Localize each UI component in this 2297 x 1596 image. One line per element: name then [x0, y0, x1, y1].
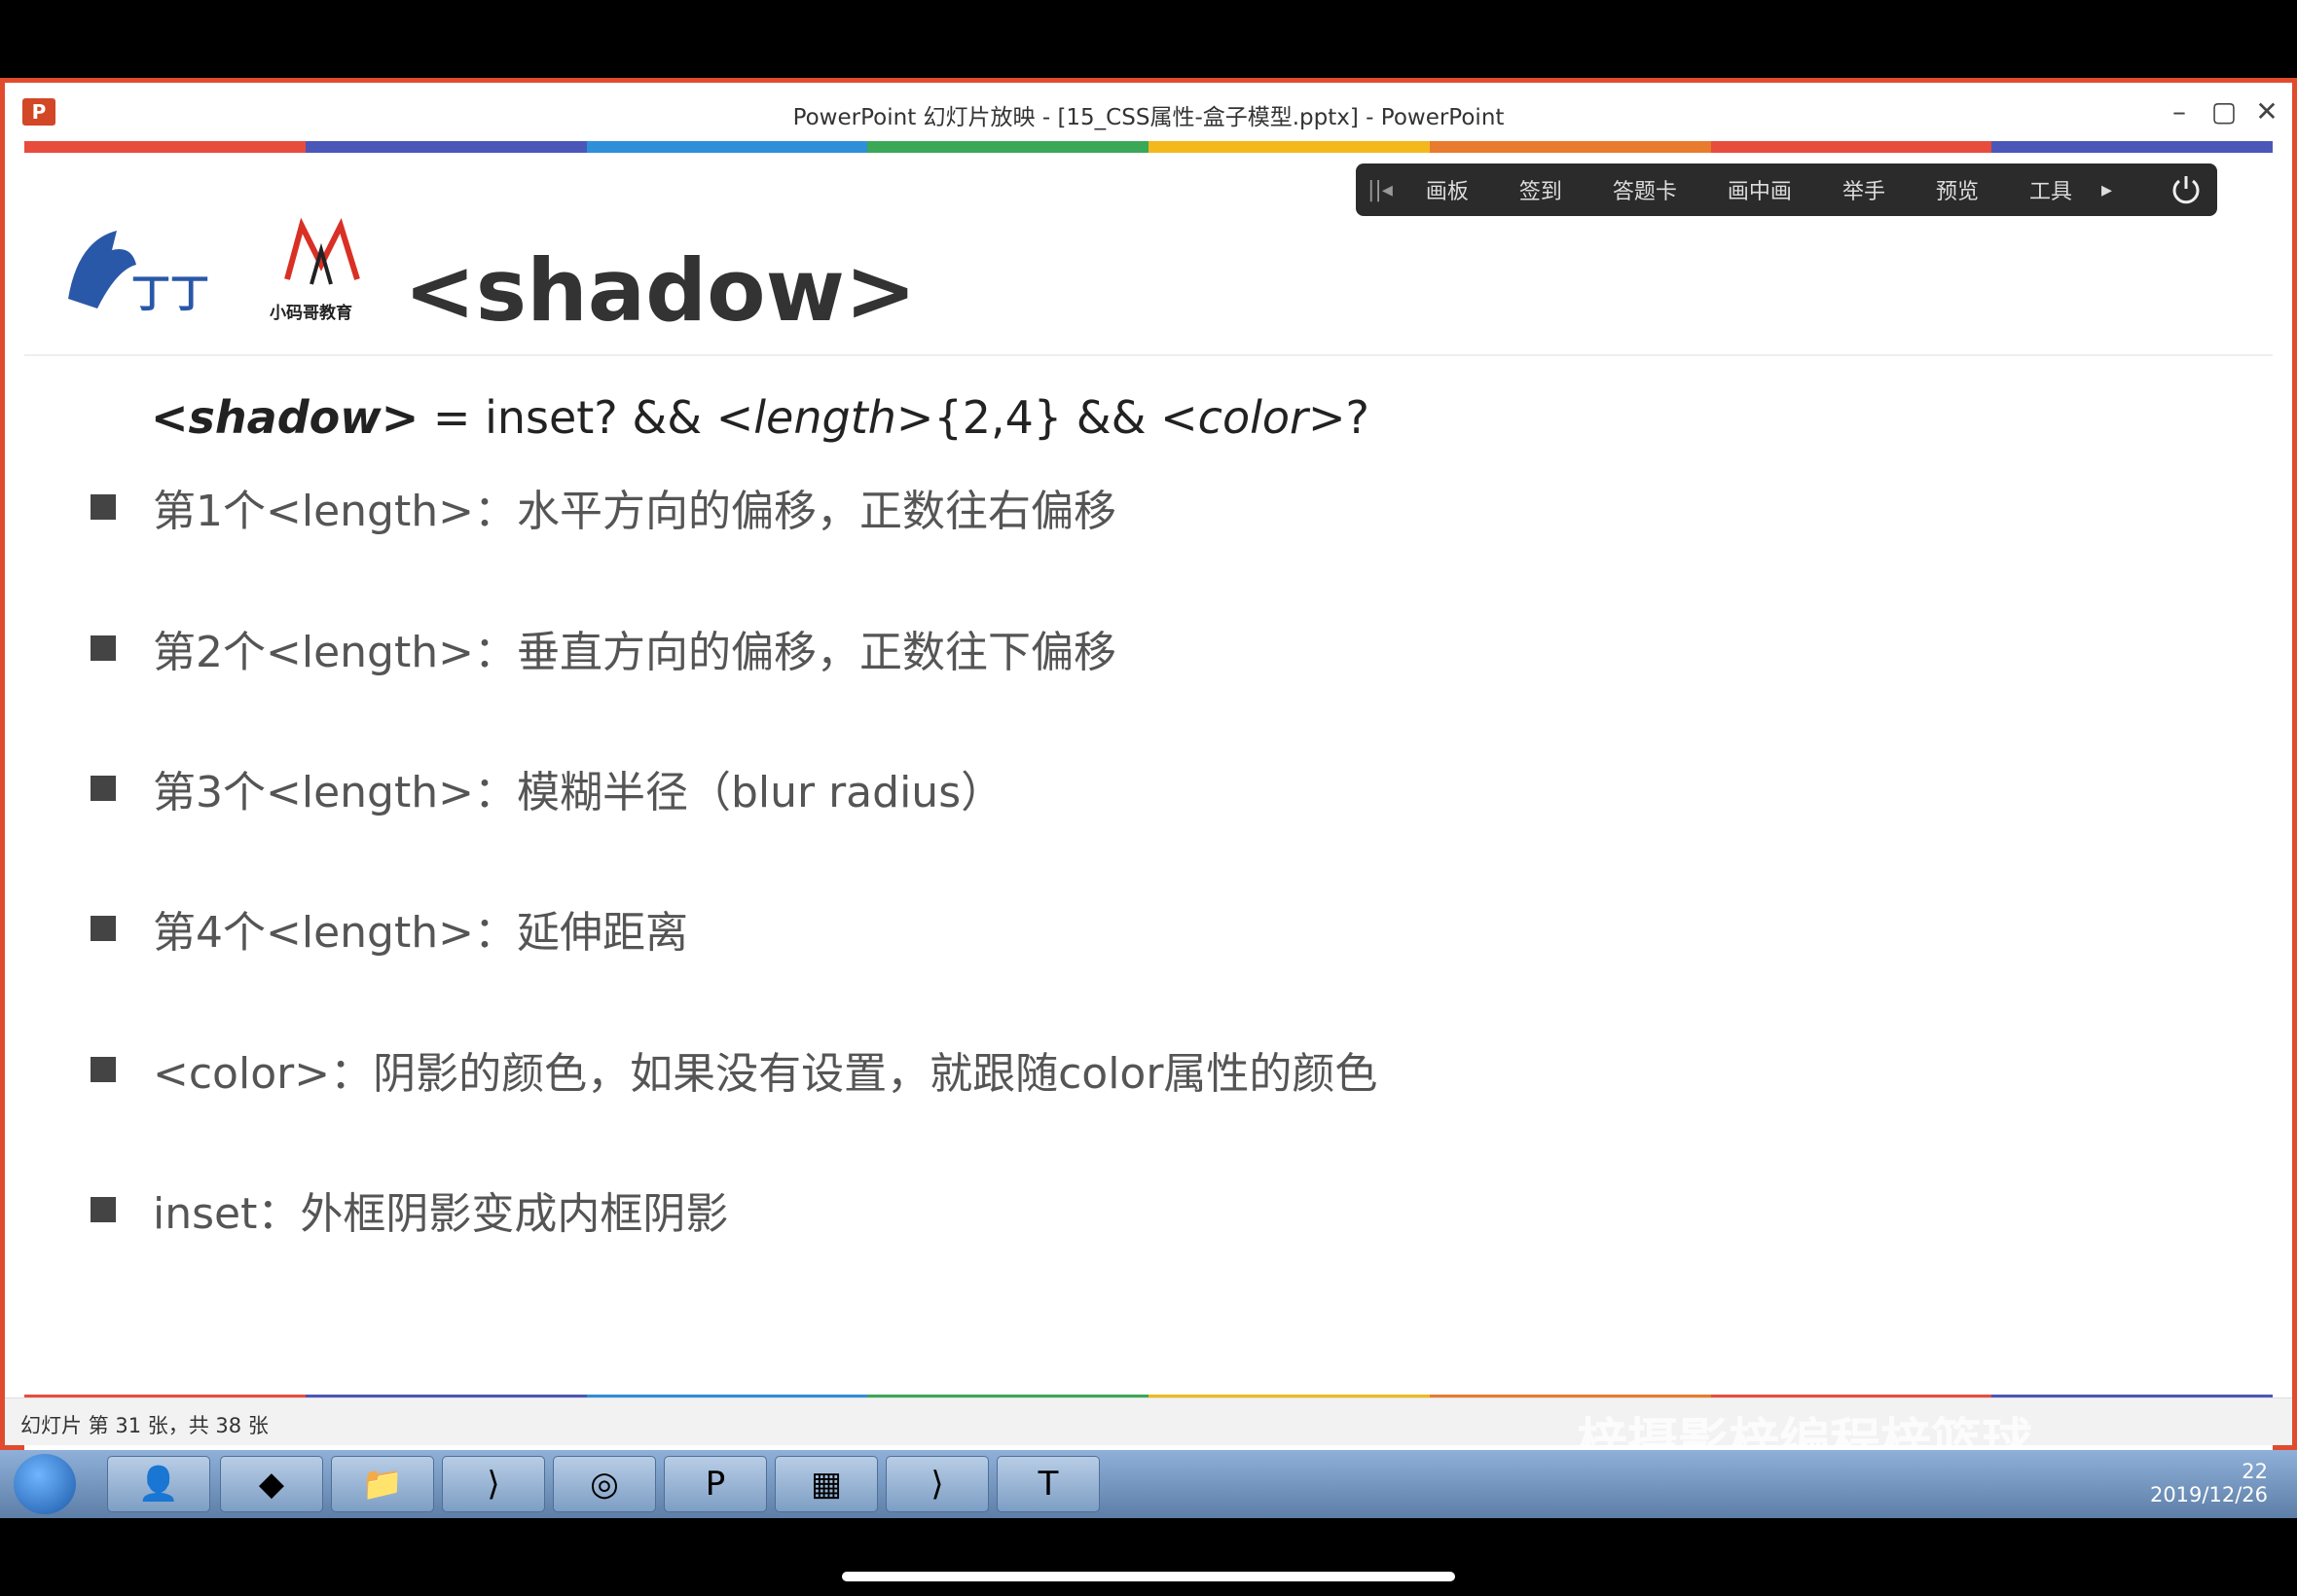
stripe-segment	[1710, 141, 1992, 153]
tray-badge[interactable]: 22	[2242, 1460, 2268, 1483]
close-button[interactable]: ✕	[2245, 92, 2288, 131]
power-icon[interactable]	[2169, 172, 2204, 207]
stripe-segment	[305, 141, 587, 153]
slide-canvas: 丁丁 小码哥教育 <shadow> <shadow> = inset? && <…	[24, 153, 2273, 1457]
bullet-item: 第4个<length>：延伸距离	[91, 897, 688, 960]
taskbar-app-vscode-2[interactable]: ⟩	[886, 1456, 989, 1512]
svg-text:小码哥教育: 小码哥教育	[270, 303, 352, 323]
bullet-item: 第2个<length>：垂直方向的偏移，正数往下偏移	[91, 617, 1116, 679]
taskbar-app-blue[interactable]: ◆	[220, 1456, 323, 1512]
stripe-segment	[586, 141, 868, 153]
toolbar-grip-icon[interactable]: ||◂	[1367, 178, 1393, 202]
bullet-item: <color>：阴影的颜色，如果没有设置，就跟随color属性的颜色	[91, 1038, 1377, 1101]
toolbar-raise-hand[interactable]: 举手	[1842, 174, 1885, 205]
start-button[interactable]	[14, 1454, 76, 1514]
windows-taskbar: 👤 ◆ 📁 ⟩ ◎ P ▦ ⟩ T 22 2019/12/26	[0, 1450, 2297, 1518]
taskbar-app-powerpoint[interactable]: P	[664, 1456, 767, 1512]
slide-title: <shadow>	[404, 240, 917, 341]
taskbar-app-avatar[interactable]: 👤	[107, 1456, 210, 1512]
svg-text:丁丁: 丁丁	[131, 272, 209, 316]
toolbar-answer-card[interactable]: 答题卡	[1613, 174, 1677, 205]
bullet-square-icon	[91, 635, 116, 661]
taskbar-app-vscode[interactable]: ⟩	[442, 1456, 545, 1512]
bullet-square-icon	[91, 916, 116, 941]
syntax-shadow: <shadow>	[151, 391, 419, 444]
classroom-toolbar: ||◂ 画板 签到 答题卡 画中画 举手 预览 工具 ▸	[1356, 163, 2217, 216]
syntax-color: <color>	[1160, 391, 1346, 444]
slide-counter: 幻灯片 第 31 张，共 38 张	[20, 1414, 269, 1437]
stripe-segment	[1148, 141, 1430, 153]
xiaomage-logo: 小码哥教育	[270, 217, 360, 323]
system-tray: 22 2019/12/26	[2150, 1460, 2268, 1506]
toolbar-preview[interactable]: 预览	[1936, 174, 1979, 205]
stripe-segment	[1991, 141, 2273, 153]
stripe-segment	[867, 141, 1148, 153]
tray-date[interactable]: 2019/12/26	[2150, 1483, 2268, 1506]
toolbar-whiteboard[interactable]: 画板	[1426, 174, 1469, 205]
shadow-syntax: <shadow> = inset? && <length>{2,4} && <c…	[151, 391, 1369, 444]
bullet-square-icon	[91, 1057, 116, 1082]
bullet-item: inset：外框阴影变成内框阴影	[91, 1179, 728, 1241]
title-divider	[24, 354, 2273, 356]
home-indicator[interactable]	[842, 1572, 1455, 1581]
bullet-item: 第1个<length>：水平方向的偏移，正数往右偏移	[91, 476, 1116, 538]
maximize-button[interactable]: ▢	[2203, 92, 2245, 131]
toolbar-picture-in-picture[interactable]: 画中画	[1728, 174, 1792, 205]
taskbar-app-chrome[interactable]: ◎	[553, 1456, 656, 1512]
minimize-button[interactable]: –	[2158, 92, 2201, 131]
syntax-length: <length>	[715, 391, 934, 444]
taskbar-app-explorer[interactable]: 📁	[331, 1456, 434, 1512]
taskbar-app-typora[interactable]: T	[997, 1456, 1100, 1512]
toolbar-checkin[interactable]: 签到	[1519, 174, 1562, 205]
bullet-item: 第3个<length>：模糊半径（blur radius）	[91, 757, 1003, 819]
bullet-square-icon	[91, 776, 116, 801]
stripe-segment	[24, 141, 306, 153]
window-title: PowerPoint 幻灯片放映 - [15_CSS属性-盒子模型.pptx] …	[792, 105, 1505, 130]
syntax-count: {2,4} &&	[933, 391, 1161, 444]
stripe-segment	[1429, 141, 1711, 153]
color-stripe-top	[24, 141, 2273, 153]
title-bar: P PowerPoint 幻灯片放映 - [15_CSS属性-盒子模型.pptx…	[5, 83, 2292, 141]
syntax-q: ?	[1345, 391, 1369, 444]
syntax-eq: = inset? &&	[419, 391, 716, 444]
toolbar-tools[interactable]: 工具	[2029, 174, 2072, 205]
taskbar-app-tool[interactable]: ▦	[775, 1456, 878, 1512]
company-logo-wolf: 丁丁	[68, 231, 209, 316]
toolbar-arrow-icon[interactable]: ▸	[2101, 178, 2112, 202]
bullet-square-icon	[91, 494, 116, 520]
powerpoint-window: P PowerPoint 幻灯片放映 - [15_CSS属性-盒子模型.pptx…	[0, 78, 2297, 1457]
bullet-square-icon	[91, 1197, 116, 1222]
